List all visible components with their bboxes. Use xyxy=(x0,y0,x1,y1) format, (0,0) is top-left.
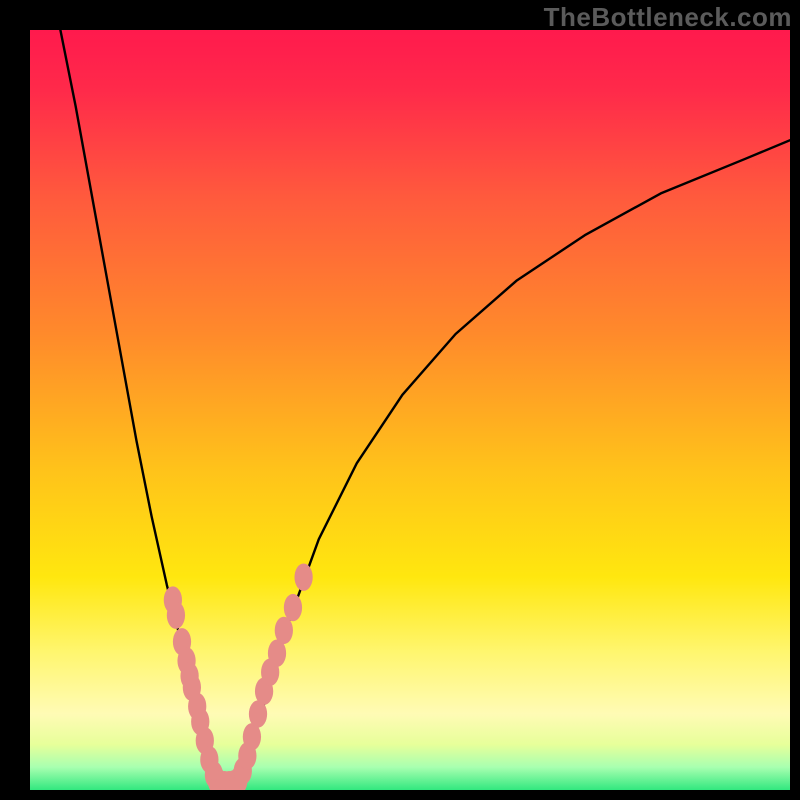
bottleneck-curves xyxy=(60,30,790,783)
marker-point xyxy=(294,564,312,591)
chart-overlay-svg xyxy=(30,30,790,790)
watermark-text: TheBottleneck.com xyxy=(544,2,792,33)
bottleneck-chart-figure: TheBottleneck.com xyxy=(0,0,800,800)
marker-point xyxy=(275,617,293,644)
valley-markers xyxy=(164,564,313,790)
marker-point xyxy=(167,602,185,629)
plot-area xyxy=(30,30,790,790)
curve-right-branch xyxy=(239,140,790,782)
marker-point xyxy=(284,594,302,621)
